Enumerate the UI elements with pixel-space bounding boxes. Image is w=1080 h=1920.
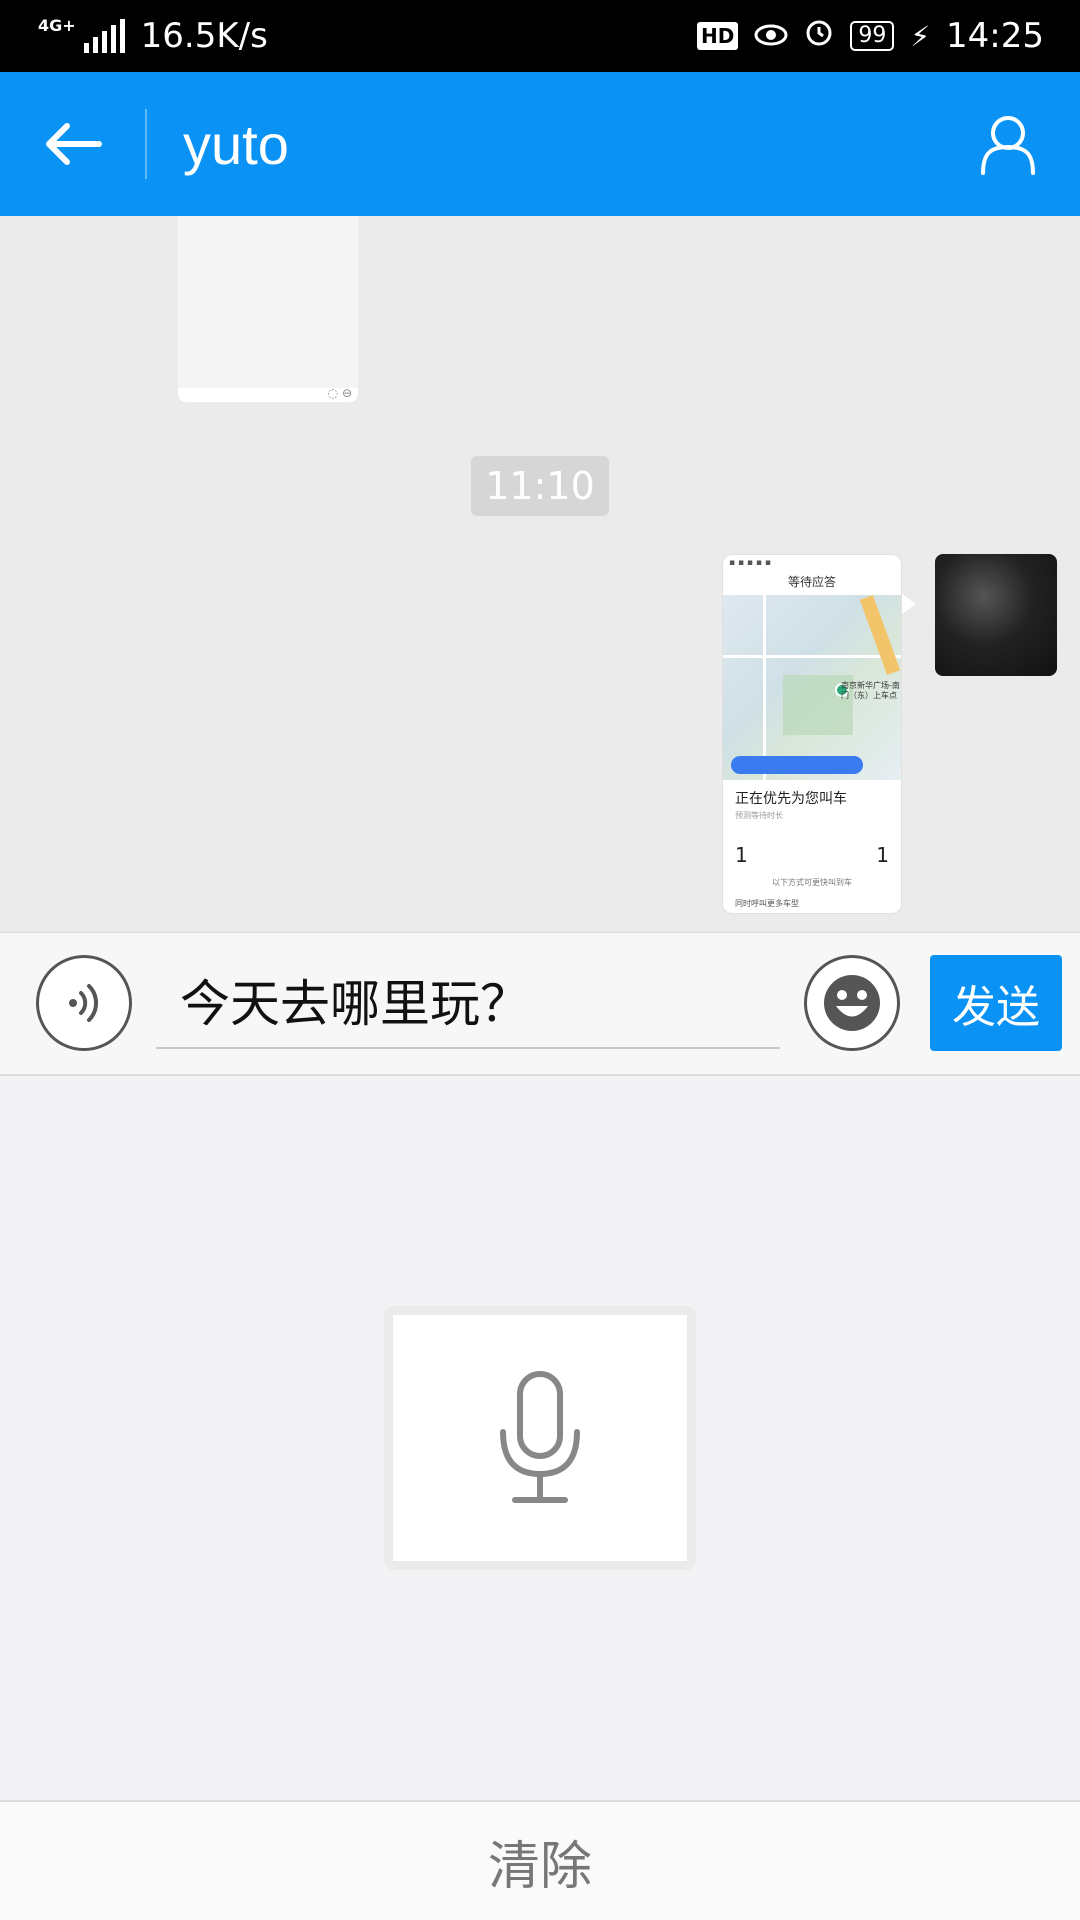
profile-button[interactable] xyxy=(936,72,1080,216)
avatar[interactable] xyxy=(935,554,1057,676)
map-thumbnail: 南京新华广场-南门（东）上车点 xyxy=(723,595,901,780)
record-button[interactable] xyxy=(384,1306,696,1570)
back-button[interactable] xyxy=(0,72,145,216)
smile-emoji-icon xyxy=(824,975,880,1031)
voice-wave-icon xyxy=(69,984,99,1022)
status-bar: 4G+ 16.5K/s HD 99 ⚡ 14:25 xyxy=(0,0,1080,72)
message-input[interactable] xyxy=(156,953,780,1049)
eye-icon xyxy=(754,16,788,56)
clear-button[interactable]: 清除 xyxy=(0,1800,1080,1920)
battery-icon: 99 xyxy=(850,21,895,51)
voice-toggle-button[interactable] xyxy=(36,955,132,1051)
emoji-button[interactable] xyxy=(804,955,900,1051)
pin-label: 南京新华广场-南门（东）上车点 xyxy=(841,681,900,700)
microphone-icon xyxy=(500,1371,580,1503)
hd-icon: HD xyxy=(697,22,739,50)
card-line-2: 同时呼叫更多车型 xyxy=(735,899,799,908)
bubble-arrow xyxy=(902,594,916,614)
left-count: 1 xyxy=(735,843,748,867)
signal-icon: 4G+ xyxy=(38,16,125,53)
card-title: 正在优先为您叫车 xyxy=(735,791,847,807)
right-count: 1 xyxy=(876,843,889,867)
screenshot-title: 等待应答 xyxy=(787,575,836,589)
arrow-left-icon xyxy=(45,123,102,165)
network-speed: 16.5K/s xyxy=(140,16,268,56)
voice-input-panel xyxy=(0,1076,1080,1800)
card-line-1: 以下方式可更快叫到车 xyxy=(772,878,852,887)
alarm-icon xyxy=(804,16,834,56)
clock-time: 14:25 xyxy=(946,16,1044,56)
network-type-label: 4G+ xyxy=(38,16,76,35)
card-subtitle: 预测等待时长 xyxy=(735,811,783,820)
person-icon xyxy=(981,116,1035,175)
message-list[interactable]: ◌ ⊖ 11:10 ▪ ▪ ▪ ▪ ▪ 等待应答 南京新华广场-南门（东）上车点… xyxy=(0,216,1080,932)
screenshot-image-message[interactable]: ▪ ▪ ▪ ▪ ▪ 等待应答 南京新华广场-南门（东）上车点 正在优先为您叫车 … xyxy=(722,554,902,914)
image-message-partial[interactable]: ◌ ⊖ xyxy=(178,216,358,402)
map-notice xyxy=(731,756,863,774)
timestamp-badge: 11:10 xyxy=(471,456,609,516)
chat-title: yuto xyxy=(183,112,289,176)
input-bar: 发送 xyxy=(0,932,1080,1076)
send-button[interactable]: 发送 xyxy=(930,955,1062,1051)
charging-icon: ⚡ xyxy=(910,19,931,53)
title-divider xyxy=(145,109,147,179)
title-bar: yuto xyxy=(0,72,1080,216)
